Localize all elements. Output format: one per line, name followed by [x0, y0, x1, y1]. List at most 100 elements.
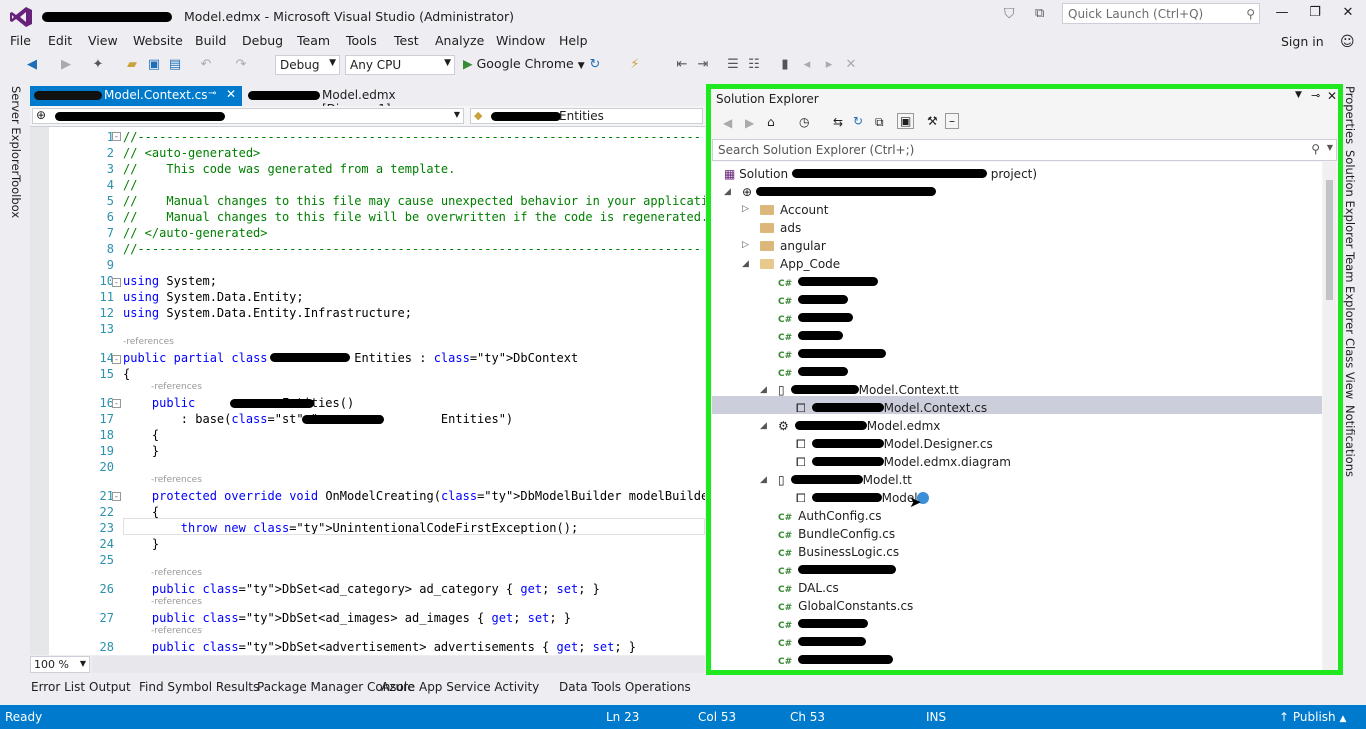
- codelens-references[interactable]: -references: [151, 382, 202, 392]
- codelens-references[interactable]: -references: [151, 626, 202, 636]
- tab-data-tools-operations[interactable]: Data Tools Operations: [559, 680, 691, 694]
- open-file-icon[interactable]: ▰: [124, 57, 140, 73]
- forward-icon[interactable]: ▶: [58, 57, 74, 73]
- feedback-icon[interactable]: ⧉: [1035, 6, 1044, 21]
- collapse-all-icon[interactable]: ⧉: [875, 115, 884, 130]
- tab-azure-app-service-activity[interactable]: Azure App Service Activity: [381, 680, 539, 694]
- history-icon[interactable]: ◷: [799, 115, 809, 129]
- codelens-references[interactable]: -references: [123, 337, 174, 347]
- project-dropdown[interactable]: ⊕ ▼: [32, 108, 464, 124]
- tree-folder-ads[interactable]: ads: [760, 219, 801, 237]
- back-icon[interactable]: ◀: [723, 116, 732, 130]
- collapse-arrow-icon[interactable]: ◢: [760, 421, 767, 431]
- menu-build[interactable]: Build: [195, 33, 226, 48]
- menu-tools[interactable]: Tools: [346, 33, 377, 48]
- start-debugging-button[interactable]: ▶ Google Chrome ▼: [463, 56, 585, 71]
- menu-debug[interactable]: Debug: [242, 33, 283, 48]
- menu-team[interactable]: Team: [297, 33, 330, 48]
- menu-test[interactable]: Test: [394, 33, 419, 48]
- preview-icon[interactable]: –: [945, 113, 959, 129]
- collapse-arrow-icon[interactable]: ◢: [760, 385, 767, 395]
- prev-bookmark-icon[interactable]: ◂: [799, 57, 815, 73]
- tree-file-businesslogic[interactable]: C# BusinessLogic.cs: [778, 543, 899, 561]
- pin-icon[interactable]: ⊸: [1311, 89, 1320, 102]
- tree-file-model-tt[interactable]: ▯ Model.tt: [778, 471, 912, 489]
- solution-explorer-search[interactable]: Search Solution Explorer (Ctrl+;) ⚲ ▼: [712, 139, 1337, 161]
- back-icon[interactable]: ◀: [24, 57, 40, 73]
- member-dropdown[interactable]: ◆ Entities: [470, 108, 703, 124]
- save-all-icon[interactable]: ▤: [167, 57, 183, 73]
- tree-file-edmx-diagram[interactable]: ⧠ Model.edmx.diagram: [796, 453, 1011, 471]
- expand-arrow-icon[interactable]: ▷: [742, 204, 749, 214]
- step-over-icon[interactable]: ⇥: [695, 57, 711, 73]
- tree-solution[interactable]: ▦ Solution project): [724, 165, 1037, 183]
- menu-window[interactable]: Window: [496, 33, 545, 48]
- menu-help[interactable]: Help: [559, 33, 588, 48]
- menu-view[interactable]: View: [88, 33, 118, 48]
- tree-file-context-cs[interactable]: ⧠ Model.Context.cs: [796, 399, 987, 417]
- fold-toggle-icon[interactable]: -: [112, 492, 121, 501]
- codelens-references[interactable]: -references: [151, 568, 202, 578]
- account-icon[interactable]: ☺: [1340, 34, 1355, 50]
- solution-configuration-select[interactable]: Debug ▼: [275, 55, 340, 75]
- tree-file-cs[interactable]: C#: [778, 345, 887, 363]
- close-tab-icon[interactable]: ✕: [226, 87, 236, 101]
- tab-model-edmx-diagram[interactable]: Model.edmx [Diagram1]: [244, 86, 459, 116]
- redo-icon[interactable]: ↷: [233, 57, 249, 73]
- browser-link-icon[interactable]: ⚡: [627, 57, 643, 73]
- tree-folder-account[interactable]: Account: [760, 201, 828, 219]
- outdent-icon[interactable]: ☷: [746, 57, 762, 73]
- tree-project[interactable]: ⊕: [742, 183, 936, 201]
- tree-file-cs[interactable]: C#: [778, 561, 897, 579]
- solution-explorer-scrollbar[interactable]: [1323, 162, 1336, 670]
- bookmark-icon[interactable]: ▮: [777, 57, 793, 73]
- tree-file-cs[interactable]: C#: [778, 651, 894, 669]
- tree-file-globalconstants[interactable]: C# GlobalConstants.cs: [778, 597, 913, 615]
- show-all-files-icon[interactable]: ▣: [897, 113, 915, 129]
- tree-file-designer-cs[interactable]: ⧠ Model.Designer.cs: [796, 435, 993, 453]
- menu-website[interactable]: Website: [133, 33, 183, 48]
- properties-wrench-icon[interactable]: ⚒: [927, 114, 938, 128]
- tree-file-authconfig[interactable]: C# AuthConfig.cs: [778, 507, 881, 525]
- code-editor[interactable]: 1 //-------------------------------------…: [30, 127, 705, 655]
- team-explorer-tab[interactable]: Team Explorer: [1343, 252, 1357, 334]
- tab-find-symbol-results[interactable]: Find Symbol Results: [139, 680, 259, 694]
- properties-tab[interactable]: Properties: [1343, 86, 1357, 144]
- refresh-browser-icon[interactable]: ↻: [587, 57, 603, 73]
- pin-icon[interactable]: ⊸: [208, 88, 216, 99]
- close-icon[interactable]: ✕: [1327, 89, 1337, 103]
- server-explorer-tab[interactable]: Server Explorer: [9, 86, 23, 175]
- home-icon[interactable]: ⌂: [767, 115, 775, 129]
- menu-analyze[interactable]: Analyze: [435, 33, 484, 48]
- solution-explorer-tab[interactable]: Solution Explorer: [1343, 150, 1357, 248]
- tree-file-context-tt[interactable]: ▯ Model.Context.tt: [778, 381, 959, 399]
- menu-edit[interactable]: Edit: [48, 33, 72, 48]
- tree-file-cs[interactable]: C#: [778, 309, 854, 327]
- codelens-references[interactable]: -references: [151, 475, 202, 485]
- collapse-arrow-icon[interactable]: ◢: [724, 187, 731, 197]
- zoom-select[interactable]: 100 % ▼: [30, 656, 90, 673]
- tree-file-bundleconfig[interactable]: C# BundleConfig.cs: [778, 525, 895, 543]
- tab-output[interactable]: Output: [89, 680, 131, 694]
- indent-icon[interactable]: ☰: [725, 57, 741, 73]
- clear-bookmarks-icon[interactable]: ✕: [843, 57, 859, 73]
- tab-error-list[interactable]: Error List: [31, 680, 85, 694]
- tree-file-cs[interactable]: C#: [778, 291, 849, 309]
- step-icon[interactable]: ⇤: [674, 57, 690, 73]
- toolbox-tab[interactable]: Toolbox: [9, 175, 23, 218]
- expand-arrow-icon[interactable]: ▷: [742, 240, 749, 250]
- tree-file-models[interactable]: ⧠ Models: [796, 489, 924, 507]
- quick-launch-input[interactable]: Quick Launch (Ctrl+Q) ⚲: [1062, 3, 1260, 24]
- tree-file-cs[interactable]: C#: [778, 273, 879, 291]
- next-bookmark-icon[interactable]: ▸: [821, 57, 837, 73]
- collapse-arrow-icon[interactable]: ◢: [760, 475, 767, 485]
- minimize-button[interactable]: —: [1268, 5, 1296, 23]
- tree-folder-angular[interactable]: angular: [760, 237, 826, 255]
- tree-folder-app-code[interactable]: App_Code: [760, 255, 840, 273]
- fold-toggle-icon[interactable]: -: [112, 355, 121, 364]
- save-icon[interactable]: ▣: [146, 57, 162, 73]
- sync-icon[interactable]: ⇆: [833, 115, 843, 129]
- notifications-tab[interactable]: Notifications: [1343, 405, 1357, 477]
- sign-in-link[interactable]: Sign in: [1281, 34, 1324, 49]
- fold-toggle-icon[interactable]: -: [112, 399, 121, 408]
